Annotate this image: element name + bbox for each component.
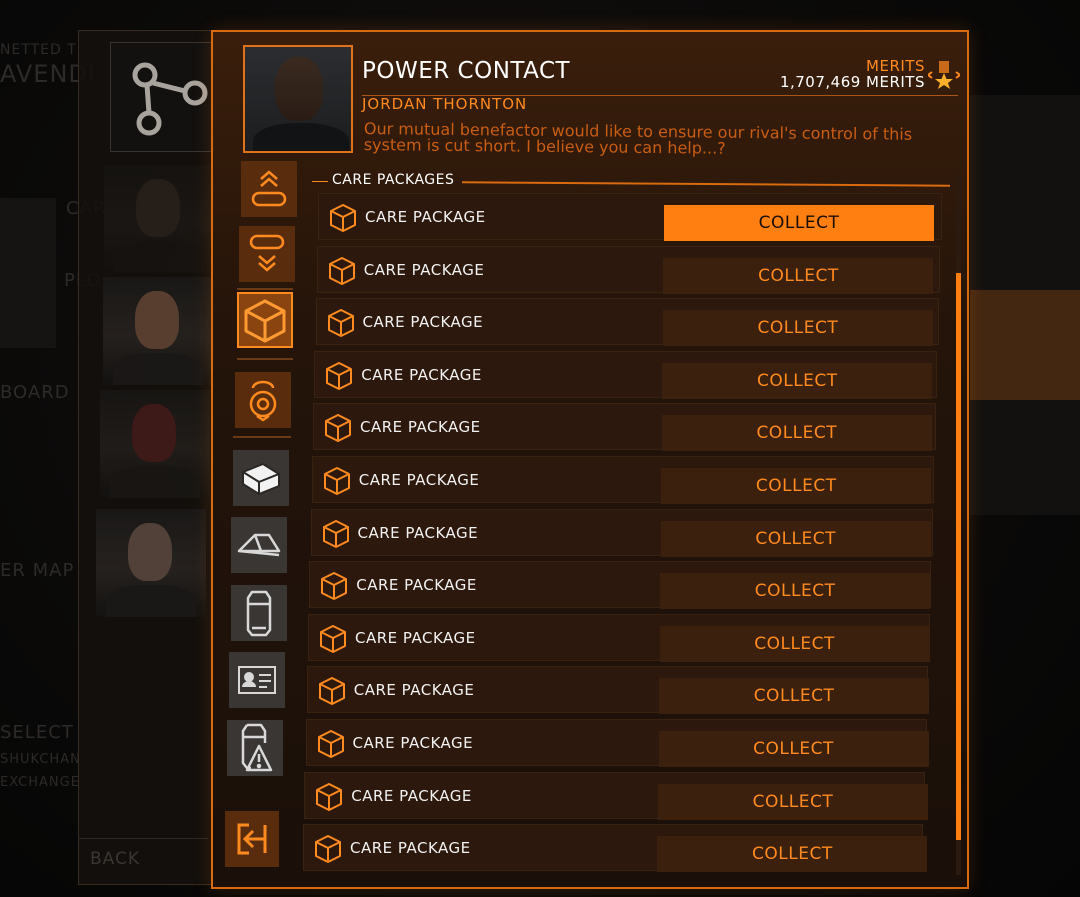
care-package-label: CARE PACKAGE xyxy=(360,418,481,437)
care-package-label: CARE PACKAGE xyxy=(356,576,477,595)
collect-button[interactable]: COLLECT xyxy=(663,257,934,294)
bg-text-9: EXCHANGE xyxy=(0,775,80,790)
portrait-tile-2[interactable] xyxy=(103,277,213,385)
collect-button[interactable]: COLLECT xyxy=(662,362,933,399)
tab-divider-3 xyxy=(233,436,291,438)
care-package-icon xyxy=(321,465,353,497)
care-package-icon xyxy=(312,833,344,865)
tab-id-card[interactable] xyxy=(229,652,285,708)
tab-cargo-up[interactable] xyxy=(241,161,297,217)
agent-icon xyxy=(249,380,277,422)
care-package-icon xyxy=(313,781,345,813)
collect-button[interactable]: COLLECT xyxy=(664,205,934,241)
care-package-label: CARE PACKAGE xyxy=(351,786,472,805)
collect-button[interactable]: COLLECT xyxy=(657,836,928,873)
care-package-icon xyxy=(320,518,352,550)
care-package-label: CARE PACKAGE xyxy=(363,260,485,279)
supply-crate-icon xyxy=(242,463,280,495)
care-package-label: CARE PACKAGE xyxy=(353,681,475,700)
care-package-label: CARE PACKAGE xyxy=(357,523,479,542)
care-package-label: CARE PACKAGE xyxy=(365,208,486,226)
tab-wedge-cargo[interactable] xyxy=(231,517,287,573)
canister-icon xyxy=(246,590,272,637)
care-package-icon xyxy=(244,299,286,343)
network-icon xyxy=(132,62,208,136)
contact-name: JORDAN THORNTON xyxy=(362,95,528,113)
care-package-icon xyxy=(315,728,347,760)
care-package-label: CARE PACKAGE xyxy=(355,628,476,647)
contact-title: POWER CONTACT xyxy=(362,58,571,84)
care-package-label: CARE PACKAGE xyxy=(358,471,480,489)
collect-button[interactable]: COLLECT xyxy=(658,731,929,767)
bg-text-1: NETTED T xyxy=(0,42,77,58)
care-package-icon xyxy=(317,623,349,655)
tab-agent[interactable] xyxy=(235,372,291,428)
collect-button[interactable]: COLLECT xyxy=(660,520,931,557)
back-button[interactable]: BACK xyxy=(78,838,208,878)
cargo-up-icon xyxy=(251,170,287,207)
care-package-icon xyxy=(326,255,358,287)
care-package-icon xyxy=(323,360,355,392)
tab-care-packages[interactable] xyxy=(237,292,293,348)
care-package-icon xyxy=(318,570,350,602)
merits-rank-icon xyxy=(928,61,960,89)
care-package-label: CARE PACKAGE xyxy=(350,839,471,858)
cargo-down-icon xyxy=(249,234,285,272)
bg-text-7: SELECT xyxy=(0,722,74,743)
tab-hazard-canister[interactable] xyxy=(227,720,283,776)
portrait-tile-1[interactable] xyxy=(104,165,214,273)
collect-button[interactable]: COLLECT xyxy=(659,678,930,715)
merits-value: 1,707,469 MERITS xyxy=(779,73,925,91)
care-package-icon xyxy=(327,202,359,234)
care-package-icon xyxy=(325,307,357,339)
bg-text-8: SHUKCHAN xyxy=(0,752,81,767)
section-line-left xyxy=(312,181,328,182)
bg-text-5: BOARD xyxy=(0,382,70,403)
portrait-tile-3[interactable] xyxy=(100,390,210,498)
tab-supply-crate[interactable] xyxy=(233,450,289,506)
collect-button[interactable]: COLLECT xyxy=(661,415,932,452)
bg-panel-1 xyxy=(0,198,56,348)
tab-divider-2 xyxy=(237,358,293,360)
contact-message: Our mutual benefactor would like to ensu… xyxy=(363,119,913,158)
section-title: CARE PACKAGES xyxy=(332,172,455,188)
tab-cargo-down[interactable] xyxy=(239,226,295,282)
exit-button[interactable] xyxy=(225,811,279,867)
id-card-icon xyxy=(238,666,276,694)
collect-button[interactable]: COLLECT xyxy=(661,468,932,504)
collect-button[interactable]: COLLECT xyxy=(659,625,930,662)
care-package-icon xyxy=(316,675,348,707)
wedge-cargo-icon xyxy=(237,533,281,557)
tab-divider-1 xyxy=(237,288,293,290)
care-package-label: CARE PACKAGE xyxy=(361,365,482,384)
collect-button[interactable]: COLLECT xyxy=(660,573,931,610)
care-package-label: CARE PACKAGE xyxy=(352,734,474,752)
bg-text-6: ER MAP xyxy=(0,560,75,581)
contact-avatar xyxy=(243,45,353,153)
bg-right-highlight xyxy=(970,290,1080,400)
collect-button[interactable]: COLLECT xyxy=(662,310,933,347)
scrollbar-thumb[interactable] xyxy=(956,273,961,840)
tab-canister[interactable] xyxy=(231,585,287,641)
collect-button[interactable]: COLLECT xyxy=(657,783,928,820)
exit-icon xyxy=(237,823,267,855)
portrait-tile-4[interactable] xyxy=(96,509,206,617)
hazard-canister-icon xyxy=(241,723,273,772)
care-package-label: CARE PACKAGE xyxy=(362,313,484,332)
care-package-icon xyxy=(322,412,354,444)
network-button[interactable] xyxy=(110,42,222,152)
